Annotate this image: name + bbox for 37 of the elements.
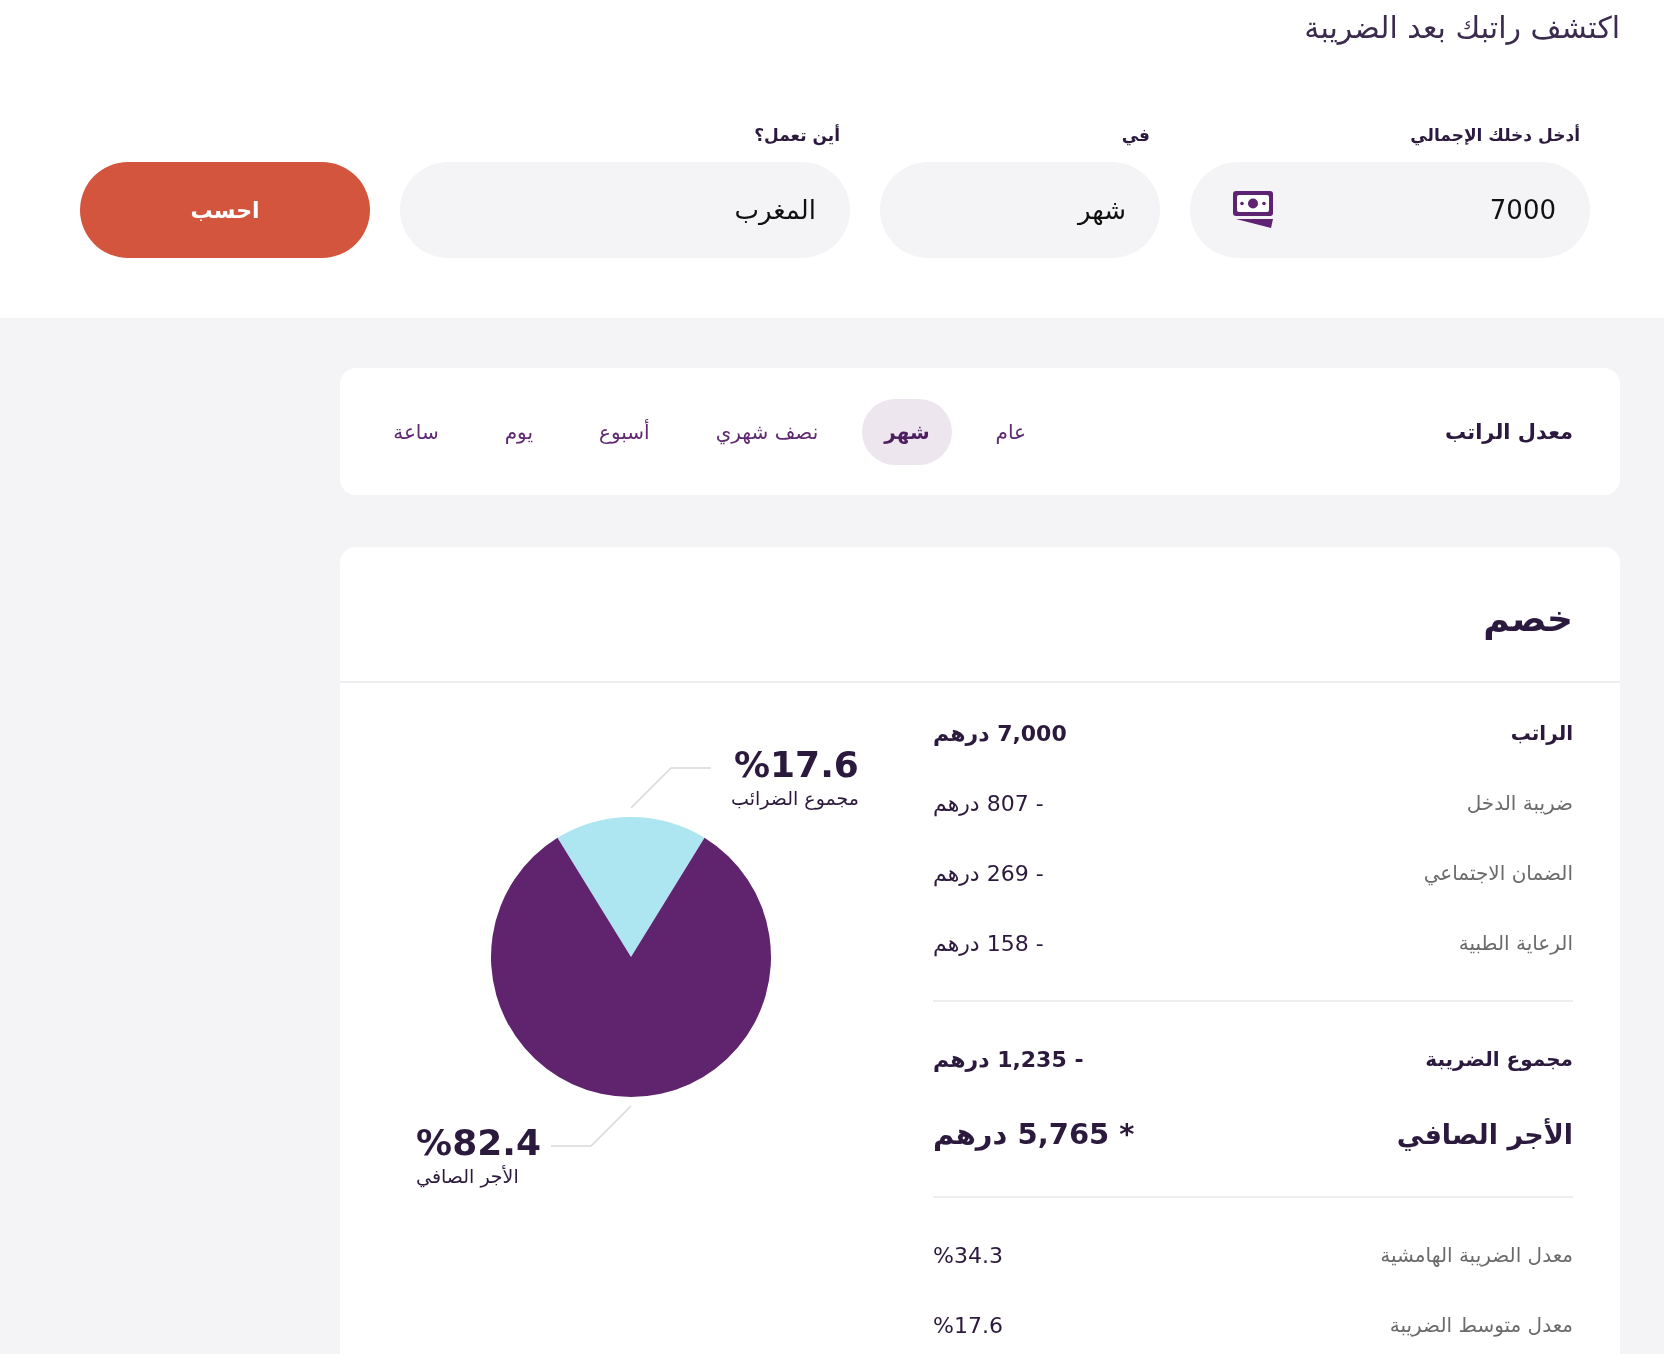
field-label: في xyxy=(1121,124,1150,148)
breakdown-label: معدل الضريبة الهامشية xyxy=(1380,1243,1573,1267)
breakdown-amount: - 807 درهم xyxy=(933,790,1044,816)
slice-label: مجموع الضرائب xyxy=(731,786,859,810)
banknote-icon xyxy=(1233,191,1273,228)
breakdown-amount: - 158 درهم xyxy=(933,930,1044,956)
breakdown-label: الراتب xyxy=(1510,721,1573,745)
slice-label: الأجر الصافي xyxy=(416,1164,519,1188)
breakdown-label: مجموع الضريبة xyxy=(1425,1047,1573,1071)
period-tab[interactable]: عام xyxy=(973,398,1048,465)
breakdown-amount: - 1,235 درهم xyxy=(933,1046,1084,1072)
card-title: خصم xyxy=(1483,597,1573,639)
breakdown-label: الأجر الصافي xyxy=(1396,1118,1573,1150)
period-tab[interactable]: شهر xyxy=(862,398,952,465)
breakdown-amount: %34.3 xyxy=(933,1242,1003,1268)
field-label: أين تعمل؟ xyxy=(754,123,840,148)
period-tab[interactable]: نصف شهري xyxy=(693,398,841,465)
input-field[interactable]: المغرب xyxy=(400,162,850,258)
period-tab[interactable]: ساعة xyxy=(371,398,461,465)
breakdown-amount: - 269 درهم xyxy=(933,860,1044,886)
period-tab[interactable]: أسبوع xyxy=(577,398,672,465)
field-label: أدخل دخلك الإجمالي xyxy=(1410,123,1580,148)
input-field[interactable]: شهر xyxy=(880,162,1160,258)
breakdown-label: معدل متوسط الضريبة xyxy=(1389,1313,1573,1337)
breakdown-label: الضمان الاجتماعي xyxy=(1423,861,1573,885)
breakdown-label: الرعاية الطبية xyxy=(1458,931,1573,955)
page-title: اكتشف راتبك بعد الضريبة xyxy=(1303,9,1620,47)
breakdown-label: ضريبة الدخل xyxy=(1466,791,1573,815)
slice-percentage: %17.6 xyxy=(733,744,859,786)
slice-percentage: %82.4 xyxy=(416,1122,541,1164)
rate-label: معدل الراتب xyxy=(1445,419,1573,444)
breakdown-amount: %17.6 xyxy=(933,1312,1003,1338)
period-tab[interactable]: يوم xyxy=(482,398,555,465)
calculate-button[interactable]: احسب xyxy=(80,162,370,258)
input-field[interactable]: 7000 xyxy=(1190,162,1590,258)
breakdown-amount: * 5,765 درهم xyxy=(933,1117,1135,1151)
breakdown-amount: 7,000 درهم xyxy=(933,720,1067,746)
